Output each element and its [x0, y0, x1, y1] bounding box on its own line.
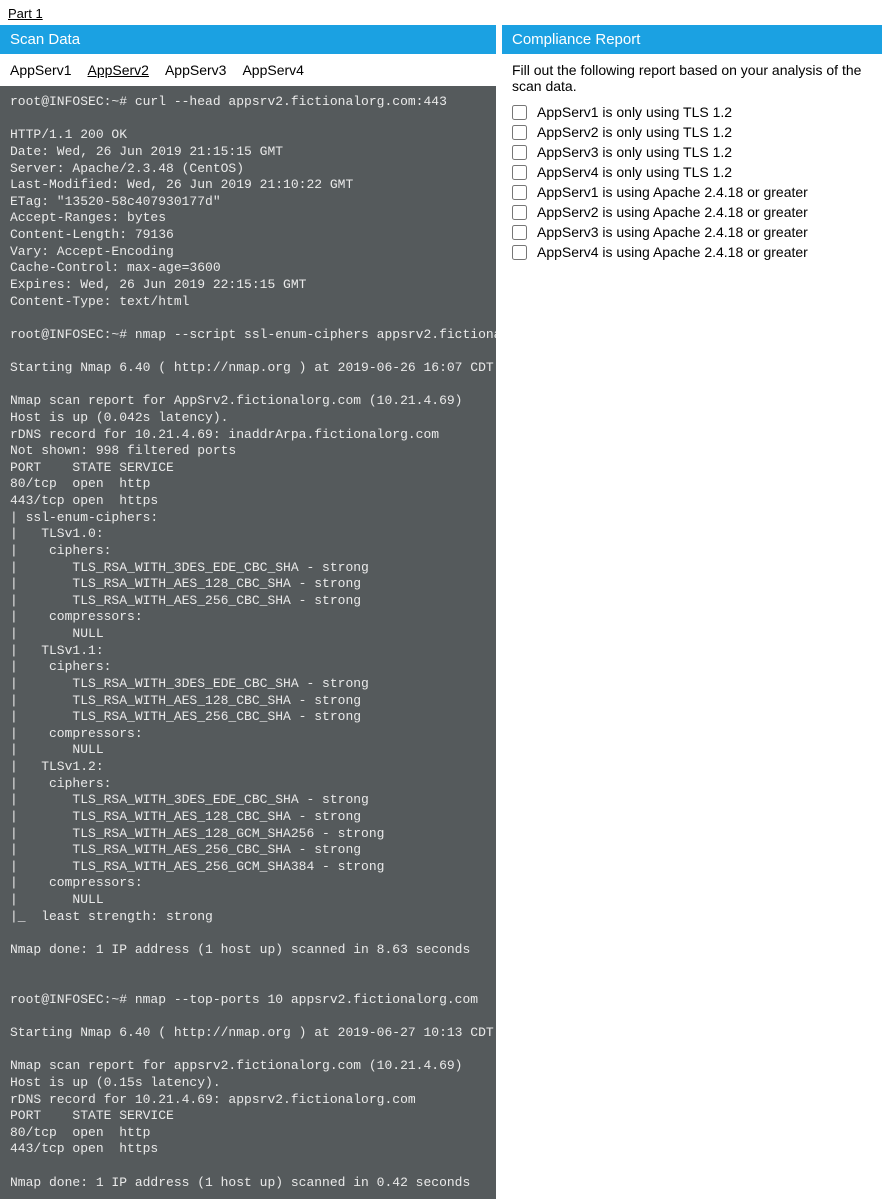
tab-appserv1[interactable]: AppServ1	[10, 62, 71, 78]
terminal-output: root@INFOSEC:~# curl --head appsrv2.fict…	[0, 86, 496, 1199]
check-label: AppServ3 is only using TLS 1.2	[537, 144, 732, 160]
check-item-apache-appserv4[interactable]: AppServ4 is using Apache 2.4.18 or great…	[512, 242, 872, 262]
check-label: AppServ3 is using Apache 2.4.18 or great…	[537, 224, 808, 240]
report-intro: Fill out the following report based on y…	[502, 54, 882, 96]
check-label: AppServ4 is only using TLS 1.2	[537, 164, 732, 180]
tab-appserv3[interactable]: AppServ3	[165, 62, 226, 78]
checkbox[interactable]	[512, 145, 527, 160]
check-label: AppServ1 is only using TLS 1.2	[537, 104, 732, 120]
compliance-header: Compliance Report	[502, 25, 882, 54]
check-label: AppServ1 is using Apache 2.4.18 or great…	[537, 184, 808, 200]
part-link[interactable]: Part 1	[8, 6, 43, 21]
compliance-checklist: AppServ1 is only using TLS 1.2 AppServ2 …	[502, 96, 882, 268]
checkbox[interactable]	[512, 185, 527, 200]
tab-appserv2[interactable]: AppServ2	[87, 62, 148, 78]
scan-data-panel: Scan Data AppServ1 AppServ2 AppServ3 App…	[0, 25, 496, 1199]
check-item-apache-appserv2[interactable]: AppServ2 is using Apache 2.4.18 or great…	[512, 202, 872, 222]
server-tabs: AppServ1 AppServ2 AppServ3 AppServ4	[0, 54, 496, 86]
check-item-tls-appserv3[interactable]: AppServ3 is only using TLS 1.2	[512, 142, 872, 162]
checkbox[interactable]	[512, 245, 527, 260]
check-item-tls-appserv1[interactable]: AppServ1 is only using TLS 1.2	[512, 102, 872, 122]
check-label: AppServ2 is using Apache 2.4.18 or great…	[537, 204, 808, 220]
checkbox[interactable]	[512, 125, 527, 140]
checkbox[interactable]	[512, 205, 527, 220]
check-item-apache-appserv3[interactable]: AppServ3 is using Apache 2.4.18 or great…	[512, 222, 872, 242]
check-item-tls-appserv2[interactable]: AppServ2 is only using TLS 1.2	[512, 122, 872, 142]
scan-data-header: Scan Data	[0, 25, 496, 54]
checkbox[interactable]	[512, 225, 527, 240]
checkbox[interactable]	[512, 105, 527, 120]
compliance-report-panel: Compliance Report Fill out the following…	[502, 25, 882, 1199]
tab-appserv4[interactable]: AppServ4	[242, 62, 303, 78]
check-label: AppServ2 is only using TLS 1.2	[537, 124, 732, 140]
checkbox[interactable]	[512, 165, 527, 180]
check-label: AppServ4 is using Apache 2.4.18 or great…	[537, 244, 808, 260]
check-item-apache-appserv1[interactable]: AppServ1 is using Apache 2.4.18 or great…	[512, 182, 872, 202]
check-item-tls-appserv4[interactable]: AppServ4 is only using TLS 1.2	[512, 162, 872, 182]
